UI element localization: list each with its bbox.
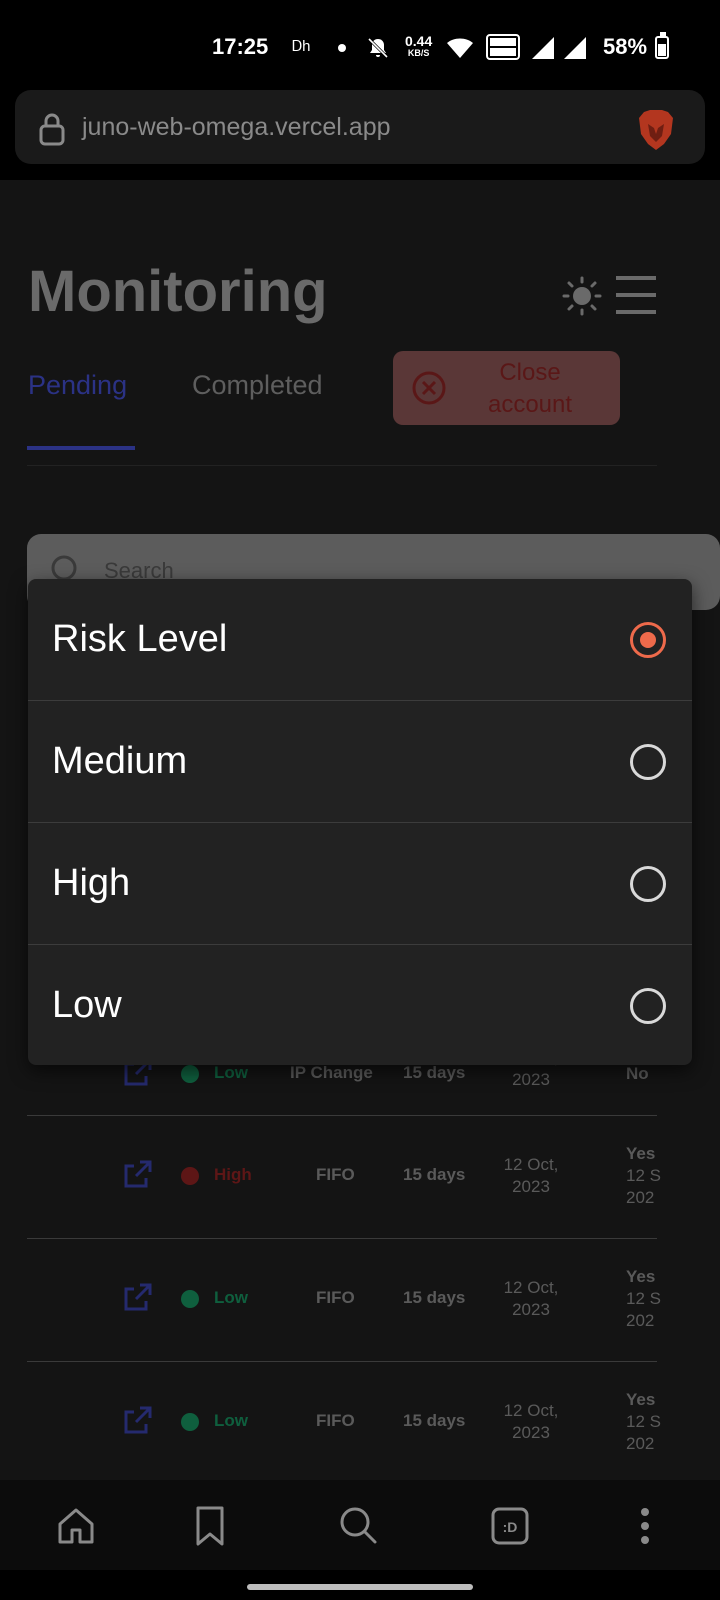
alert-date: 12 Oct, 2023	[486, 1277, 576, 1321]
tab-active-underline	[27, 446, 135, 450]
date-line: 2023	[512, 1423, 550, 1442]
dropdown-option-risk-level[interactable]: Risk Level	[28, 579, 692, 700]
volte-icon	[486, 34, 520, 60]
open-external-icon[interactable]	[122, 1281, 154, 1313]
alert-date: 12 Oct, 2023	[486, 1154, 576, 1198]
status-line: 12 S	[626, 1412, 661, 1431]
status-line: Yes	[626, 1144, 656, 1163]
radio-selected-icon[interactable]	[630, 622, 666, 658]
date-line: 12 Oct,	[503, 1155, 559, 1174]
close-account-label: Close account	[487, 359, 573, 418]
alert-type: FIFO	[316, 1411, 355, 1430]
date-line: 12 Oct,	[503, 1278, 559, 1297]
bell-muted-icon	[367, 37, 389, 59]
url-text[interactable]: juno-web-omega.vercel.app	[82, 113, 391, 142]
battery-icon	[655, 36, 669, 59]
risk-dot	[181, 1413, 199, 1431]
radio-unselected-icon[interactable]	[630, 866, 666, 902]
more-icon[interactable]	[625, 1504, 665, 1548]
open-external-icon[interactable]	[122, 1158, 154, 1190]
alert-period: 15 days	[403, 1165, 466, 1184]
date-line: 2023	[512, 1070, 550, 1089]
hamburger-menu-icon[interactable]	[616, 274, 656, 316]
search-icon[interactable]	[338, 1504, 378, 1548]
date-line: 2023	[512, 1300, 550, 1319]
gesture-handle[interactable]	[247, 1584, 473, 1590]
option-label: Risk Level	[52, 618, 228, 660]
lock-icon	[39, 113, 65, 146]
alert-status: Yes 12 S 202	[626, 1266, 661, 1332]
alert-date: 12 Oct, 2023	[486, 1400, 576, 1444]
option-label: High	[52, 862, 131, 904]
theme-toggle-sun-icon[interactable]	[562, 276, 602, 316]
risk-label: Low	[214, 1288, 248, 1307]
brave-lion-icon[interactable]	[636, 108, 676, 152]
radio-unselected-icon[interactable]	[630, 744, 666, 780]
risk-dot	[181, 1167, 199, 1185]
wifi-icon	[447, 38, 473, 58]
alert-type: FIFO	[316, 1288, 355, 1307]
network-speed-value: 0.44	[405, 33, 433, 49]
status-line: 12 S	[626, 1289, 661, 1308]
status-line: 202	[626, 1434, 655, 1453]
option-label: Medium	[52, 740, 188, 782]
alert-period: 15 days	[403, 1411, 466, 1430]
tab-completed[interactable]: Completed	[192, 370, 323, 401]
signal-icon-2	[564, 37, 586, 59]
status-time: 17:25	[212, 34, 269, 59]
tabs-divider	[27, 465, 657, 466]
alert-period: 15 days	[403, 1288, 466, 1307]
option-label: Low	[52, 984, 122, 1026]
status-line: 202	[626, 1311, 655, 1330]
alert-period: 15 days	[403, 1063, 466, 1082]
status-line: 12 S	[626, 1166, 661, 1185]
alert-status: Yes 12 S 202	[626, 1143, 661, 1209]
status-line: Yes	[626, 1267, 656, 1286]
risk-label: Low	[214, 1063, 248, 1082]
date-line: 12 Oct,	[503, 1401, 559, 1420]
network-speed: 0.44 KB/S	[405, 34, 432, 58]
dropdown-option-low[interactable]: Low	[28, 945, 692, 1065]
risk-dot	[181, 1065, 199, 1083]
tab-pending[interactable]: Pending	[28, 370, 127, 401]
alert-type: IP Change	[290, 1063, 373, 1082]
radio-unselected-icon[interactable]	[630, 988, 666, 1024]
tabs-icon-glyph: :D	[503, 1519, 518, 1535]
signal-icon-1	[532, 37, 554, 59]
row-divider	[27, 1115, 657, 1116]
network-speed-unit: KB/S	[407, 48, 430, 58]
notification-dot-icon	[338, 44, 346, 52]
bookmark-icon[interactable]	[190, 1504, 230, 1548]
date-line: 2023	[512, 1177, 550, 1196]
close-circle-icon	[412, 371, 446, 405]
battery-percent: 58%	[603, 34, 648, 59]
alert-type: FIFO	[316, 1165, 355, 1184]
page-title: Monitoring	[28, 259, 328, 324]
status-extra-indicator: Ꭰh	[292, 38, 311, 55]
open-external-icon[interactable]	[122, 1404, 154, 1436]
status-line: Yes	[626, 1390, 656, 1409]
row-divider	[27, 1361, 657, 1362]
dropdown-option-medium[interactable]: Medium	[28, 701, 692, 822]
risk-level-dropdown: Risk Level Medium High Low	[28, 579, 692, 1065]
risk-dot	[181, 1290, 199, 1308]
dropdown-option-high[interactable]: High	[28, 823, 692, 944]
tabs-icon[interactable]: :D	[490, 1504, 530, 1548]
risk-label: Low	[214, 1411, 248, 1430]
status-line: 202	[626, 1188, 655, 1207]
alert-status: Yes 12 S 202	[626, 1389, 661, 1455]
row-divider	[27, 1238, 657, 1239]
risk-label: High	[214, 1165, 252, 1184]
alert-status: No	[626, 1063, 649, 1085]
status-line: No	[626, 1064, 649, 1083]
home-icon[interactable]	[56, 1504, 96, 1548]
